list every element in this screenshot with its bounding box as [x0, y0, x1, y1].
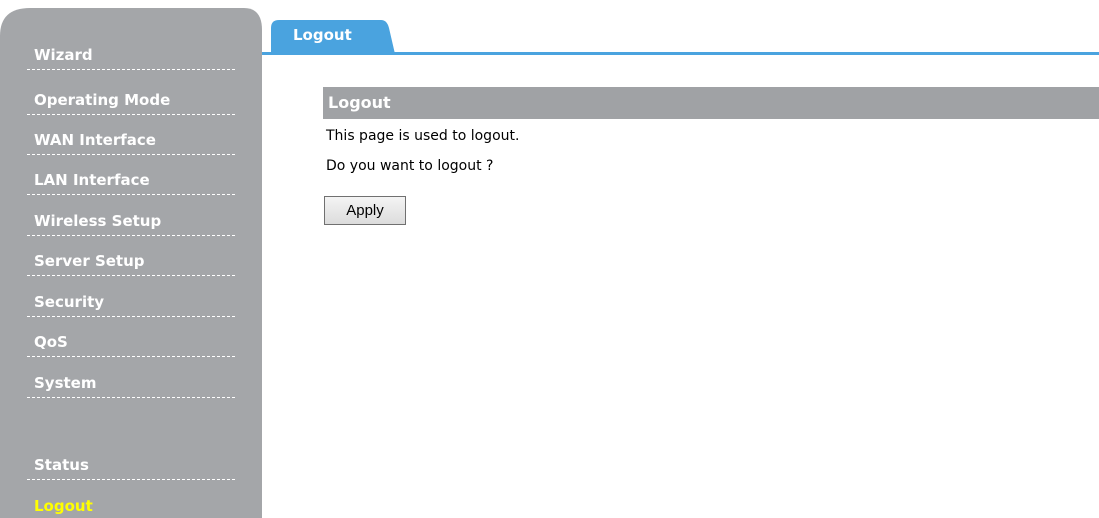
apply-button[interactable]: Apply — [324, 196, 406, 225]
sidebar-item-wizard[interactable]: Wizard — [27, 40, 235, 70]
sidebar-item-system[interactable]: System — [27, 368, 235, 398]
logout-question: Do you want to logout ? — [326, 158, 494, 174]
tab-logout[interactable]: Logout — [271, 20, 395, 54]
section-title: Logout — [323, 87, 1099, 119]
sidebar-item-lan-interface[interactable]: LAN Interface — [27, 165, 235, 195]
sidebar-item-qos[interactable]: QoS — [27, 327, 235, 357]
description-text: This page is used to logout. — [326, 128, 520, 144]
sidebar: Wizard Operating Mode WAN Interface LAN … — [0, 0, 262, 518]
sidebar-item-wireless-setup[interactable]: Wireless Setup — [27, 206, 235, 236]
sidebar-item-server-setup[interactable]: Server Setup — [27, 246, 235, 276]
sidebar-item-logout[interactable]: Logout — [27, 491, 235, 518]
page: Wizard Operating Mode WAN Interface LAN … — [0, 0, 1099, 518]
sidebar-item-wan-interface[interactable]: WAN Interface — [27, 125, 235, 155]
sidebar-item-status[interactable]: Status — [27, 450, 235, 480]
tab-label: Logout — [293, 26, 352, 44]
sidebar-item-security[interactable]: Security — [27, 287, 235, 317]
sidebar-item-operating-mode[interactable]: Operating Mode — [27, 85, 235, 115]
